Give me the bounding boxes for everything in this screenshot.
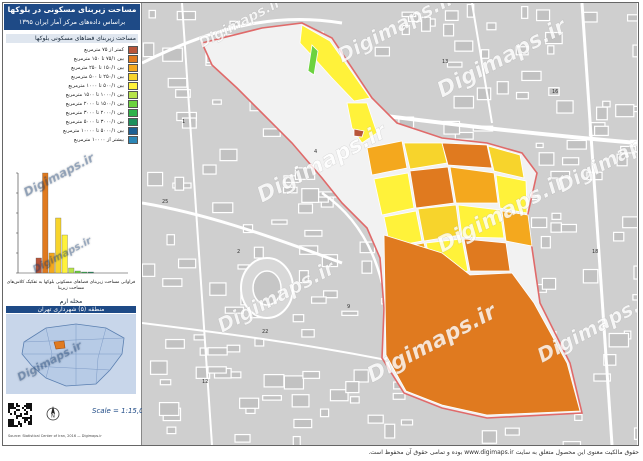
north-label: N [51, 414, 55, 420]
legend-item: بین ۷۵/۱ تا ۱۵۰ مترمربع [6, 54, 138, 63]
map-title-box: مساحت زیربنای مسکونی در بلوکها براساس دا… [4, 4, 140, 30]
legend-item: بین ۱۵۰/۱ تا ۲۵۰ مترمربع [6, 63, 138, 72]
legend-item: بین ۵۰۰۰/۱ تا ۱۰۰۰۰ مترمربع [6, 126, 138, 135]
footer-copyright: حقوق مالکیت معنوی این محصول متعلق به سای… [368, 449, 639, 456]
legend-label: بین ۱۰۰۰/۱ تا ۱۵۰۰ مترمربع [65, 91, 124, 98]
legend-header: مساحت زیربنای فضاهای مسکونی بلوکها [6, 34, 138, 43]
legend-label: بیشتر از ۱۰۰۰۰ مترمربع [73, 136, 124, 143]
legend-swatch [128, 63, 138, 72]
histogram-chart [16, 172, 128, 274]
legend-label: بین ۵۰۰۰/۱ تا ۱۰۰۰۰ مترمربع [63, 127, 124, 134]
map-label: 9 [347, 304, 350, 310]
legend-label: کمتر از ۷۵ مترمربع [84, 46, 124, 53]
chart-bar [48, 252, 55, 274]
legend-item: بین ۵۰۰/۱ تا ۱۰۰۰ مترمربع [6, 81, 138, 90]
legend-label: بین ۵۰۰/۱ تا ۱۰۰۰ مترمربع [68, 82, 124, 89]
legend-label: بین ۱۵۰۰/۱ تا ۲۰۰۰ مترمربع [65, 100, 124, 107]
locator-map [6, 314, 136, 394]
legend-swatch [128, 117, 138, 126]
map-title: مساحت زیربنای مسکونی در بلوکها [7, 5, 137, 14]
legend-swatch [128, 99, 138, 108]
legend-item: بین ۲۵۰/۱ تا ۵۰۰ مترمربع [6, 72, 138, 81]
legend-swatch [128, 54, 138, 63]
legend-label: بین ۲۰۰۰/۱ تا ۳۰۰۰ مترمربع [65, 109, 124, 116]
qr-code [8, 403, 32, 427]
legend-label: بین ۲۵۰/۱ تا ۵۰۰ مترمربع [71, 73, 124, 80]
map-subtitle: براساس داده‌های مرکز آمار ایران ۱۳۹۵ [18, 18, 126, 26]
block-mid-4 [441, 142, 493, 169]
legend-item: بین ۱۰۰۰/۱ تا ۱۵۰۰ مترمربع [6, 90, 138, 99]
legend-item: بین ۱۵۰۰/۱ تا ۲۰۰۰ مترمربع [6, 99, 138, 108]
legend-swatch [128, 135, 138, 144]
chart-bar [68, 267, 75, 274]
block-mid-7 [409, 166, 455, 209]
map-label: 25 [162, 199, 168, 205]
chart-bar [55, 217, 62, 274]
chart-bar [87, 271, 94, 274]
main-map[interactable]: 1 2 4 9 12 13 16 18 22 25 Digimaps.ir Digimaps.ir D… [142, 3, 637, 445]
chart-bar [61, 234, 68, 274]
legend-swatch [128, 126, 138, 135]
chart-axes [17, 173, 128, 274]
legend-rows: کمتر از ۷۵ مترمربع بین ۷۵/۱ تا ۱۵۰ مترمرب… [6, 45, 138, 144]
legend-swatch [128, 108, 138, 117]
map-canvas: 1249121316182225 Digimaps.ir Digimaps.irD… [142, 3, 637, 445]
locator-title: محله ارم [59, 298, 83, 305]
legend-item: بین ۳۰۰۰/۱ تا ۵۰۰۰ مترمربع [6, 117, 138, 126]
map-label: 13 [442, 59, 448, 65]
legend-swatch [128, 45, 138, 54]
chart-bar [42, 172, 49, 274]
map-label: 12 [202, 379, 208, 385]
legend: مساحت زیربنای فضاهای مسکونی بلوکها کمتر … [6, 34, 138, 144]
legend-label: بین ۳۰۰۰/۱ تا ۵۰۰۰ مترمربع [65, 118, 124, 125]
map-label: 2 [237, 249, 240, 255]
map-label: 1 [182, 119, 185, 125]
legend-item: بین ۲۰۰۰/۱ تا ۳۰۰۰ مترمربع [6, 108, 138, 117]
legend-item: کمتر از ۷۵ مترمربع [6, 45, 138, 54]
chart-bar [74, 270, 81, 274]
legend-label: بین ۷۵/۱ تا ۱۵۰ مترمربع [73, 55, 124, 62]
block-mid-8 [449, 166, 499, 204]
credit-text: Source: Statistical Center of Iran, 2016… [8, 434, 102, 438]
chart-bar [81, 271, 88, 274]
legend-swatch [128, 72, 138, 81]
locator-subtitle: منطقه (۵) شهرداری تهران [6, 306, 136, 313]
map-label: 18 [592, 249, 598, 255]
map-label: 22 [262, 329, 268, 335]
chart-bar [35, 257, 42, 274]
legend-swatch [128, 90, 138, 99]
north-arrow-icon: N [46, 406, 60, 421]
legend-swatch [128, 81, 138, 90]
map-label: 16 [552, 89, 558, 95]
legend-item: بیشتر از ۱۰۰۰۰ مترمربع [6, 135, 138, 144]
locator-highlight [53, 340, 66, 350]
chart-caption: فراوانی مساحت زیربنای فضاهای مسکونی بلوک… [6, 280, 136, 291]
legend-label: بین ۱۵۰/۱ تا ۲۵۰ مترمربع [71, 64, 124, 71]
